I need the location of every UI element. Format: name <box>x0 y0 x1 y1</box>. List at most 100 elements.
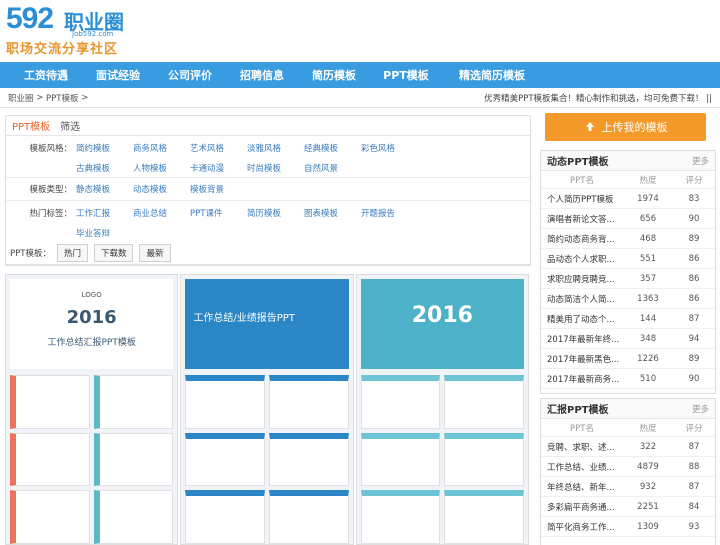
row-name[interactable]: 年终总结、新年... <box>541 481 623 493</box>
sort-latest-button[interactable]: 最新 <box>139 243 171 262</box>
row-score: 83 <box>688 193 700 204</box>
style-option[interactable]: 简约模板 <box>76 142 133 154</box>
row-name[interactable]: 多彩扁平商务通... <box>541 501 623 513</box>
row-name[interactable]: 2017年最新年终... <box>541 333 623 345</box>
row-name[interactable]: 2017年最新黑色... <box>541 353 623 365</box>
tag-option[interactable]: PPT课件 <box>190 207 247 219</box>
site-logo[interactable]: 592 职业圈 Job592.com 职场交流分享社区 <box>6 2 146 58</box>
nav-item-ppt-templates[interactable]: PPT模板 <box>370 67 442 83</box>
upload-template-button[interactable]: 上传我的模板 <box>545 113 706 141</box>
style-option[interactable]: 人物模板 <box>133 162 190 174</box>
tag-option[interactable]: 工作汇报 <box>76 207 133 219</box>
tag-option[interactable]: 简历模板 <box>247 207 304 219</box>
more-link[interactable]: 更多 <box>692 155 709 167</box>
main-nav: 工资待遇 面试经验 公司评价 招聘信息 简历模板 PPT模板 精选简历模板 <box>0 62 720 88</box>
row-hot: 348 <box>639 333 657 344</box>
row-score: 87 <box>688 481 700 492</box>
table-row[interactable]: 2017年最新商务... 510 90 <box>541 369 715 389</box>
table-row[interactable]: 精美用了动态个... 144 87 <box>541 309 715 329</box>
row-name[interactable]: 竞聘、求职、述... <box>541 441 623 453</box>
nav-item-company-review[interactable]: 公司评价 <box>154 67 226 83</box>
sort-hot-button[interactable]: 热门 <box>56 243 88 262</box>
table-row[interactable]: 动态简洁个人简... 1363 86 <box>541 289 715 309</box>
row-score: 94 <box>688 333 700 344</box>
breadcrumb-page[interactable]: PPT模板 <box>46 92 78 104</box>
row-name[interactable]: 简约动态商务背... <box>541 233 623 245</box>
row-name[interactable]: 演唱者新论文答... <box>541 213 623 225</box>
style-option[interactable]: 古典模板 <box>76 162 133 174</box>
template-card[interactable]: 工作总结/业绩报告PPT <box>180 274 354 545</box>
breadcrumb-sep: > <box>81 92 89 103</box>
tag-option[interactable]: 图表模板 <box>304 207 361 219</box>
row-score: 86 <box>688 273 700 284</box>
style-filter-row: 模板风格： 简约模板 商务风格 艺术风格 淡雅风格 经典模板 彩色风格 古典模板… <box>6 142 530 182</box>
logo-number: 592 <box>6 2 54 35</box>
nav-item-interview[interactable]: 面试经验 <box>82 67 154 83</box>
row-score: 88 <box>688 461 700 472</box>
row-hot: 468 <box>639 233 657 244</box>
table-row[interactable]: 求职应聘竞聘竞... 357 86 <box>541 269 715 289</box>
row-name[interactable]: 简平化商务工作... <box>541 521 623 533</box>
row-name[interactable]: 工作总结、业绩... <box>541 461 623 473</box>
row-name[interactable]: 精美用了动态个... <box>541 313 623 325</box>
row-name[interactable]: 求职应聘竞聘竞... <box>541 273 623 285</box>
col-score: 评分 <box>685 423 703 434</box>
nav-item-jobs[interactable]: 招聘信息 <box>226 67 298 83</box>
logo-url: Job592.com <box>72 30 114 38</box>
table-row[interactable]: 个人简历PPT模板 1974 83 <box>541 189 715 209</box>
template-cover: LOGO 2016 工作总结汇报PPT模板 <box>10 279 174 369</box>
table-row[interactable]: 年终总结、新年... 932 87 <box>541 477 715 497</box>
tag-option[interactable]: 商业总结 <box>133 207 190 219</box>
table-row[interactable]: 简平化商务工作... 1309 93 <box>541 517 715 537</box>
style-option[interactable]: 淡雅风格 <box>247 142 304 154</box>
row-hot: 357 <box>639 273 657 284</box>
table-row[interactable]: 演唱者新论文答... 656 90 <box>541 209 715 229</box>
row-score: 90 <box>688 213 700 224</box>
row-hot: 1363 <box>637 293 659 304</box>
row-name[interactable]: 2017年最新商务... <box>541 373 623 385</box>
table-row[interactable]: 2017年最新黑色... 1226 89 <box>541 349 715 369</box>
row-hot: 1226 <box>637 353 659 364</box>
panel-title: 汇报PPT模板 <box>547 405 609 416</box>
table-row[interactable]: 竞聘、求职、述... 322 87 <box>541 437 715 457</box>
panel-header: 动态PPT模板 更多 <box>541 151 715 171</box>
style-option[interactable]: 经典模板 <box>304 142 361 154</box>
dynamic-ppt-panel: 动态PPT模板 更多 PPT名 热度 评分 个人简历PPT模板 1974 83 演唱… <box>540 150 716 394</box>
nav-item-featured-resumes[interactable]: 精选简历模板 <box>442 67 542 83</box>
breadcrumb-home[interactable]: 职业圈 <box>8 92 34 104</box>
nav-item-resume-templates[interactable]: 简历模板 <box>298 67 370 83</box>
row-name[interactable]: 品动态个人求职... <box>541 253 623 265</box>
table-row[interactable]: 多彩扁平商务通... 2251 84 <box>541 497 715 517</box>
table-row[interactable]: 工作总结、业绩... 4879 88 <box>541 457 715 477</box>
template-card[interactable]: 2016 <box>355 274 529 545</box>
cover-logo-text: LOGO <box>81 291 102 299</box>
style-option[interactable]: 时尚模板 <box>247 162 304 174</box>
style-option[interactable]: 彩色风格 <box>361 142 418 154</box>
upload-label: 上传我的模板 <box>601 121 668 134</box>
row-score: 89 <box>688 353 700 364</box>
table-row[interactable]: 品动态个人求职... 551 86 <box>541 249 715 269</box>
tag-option[interactable]: 毕业答辩 <box>76 227 133 239</box>
row-score: 93 <box>688 521 700 532</box>
row-hot: 932 <box>639 481 657 492</box>
style-option[interactable]: 艺术风格 <box>190 142 247 154</box>
tag-option[interactable]: 开题报告 <box>361 207 418 219</box>
style-option[interactable]: 卡通动漫 <box>190 162 247 174</box>
table-row[interactable]: 简约动态商务背... 468 89 <box>541 229 715 249</box>
filter-subtitle: 筛选 <box>60 122 81 133</box>
sort-downloads-button[interactable]: 下载数 <box>93 243 134 262</box>
nav-item-salary[interactable]: 工资待遇 <box>10 67 82 83</box>
filter-header: PPT模板 筛选 <box>6 116 530 136</box>
row-name[interactable]: 动态简洁个人简... <box>541 293 623 305</box>
template-card[interactable]: LOGO 2016 工作总结汇报PPT模板 <box>5 274 179 545</box>
row-hot: 656 <box>639 213 657 224</box>
type-option[interactable]: 模板背景 <box>190 183 247 195</box>
style-option[interactable]: 商务风格 <box>133 142 190 154</box>
type-option[interactable]: 动态模板 <box>133 183 190 195</box>
row-hot: 144 <box>639 313 657 324</box>
style-option[interactable]: 自然风景 <box>304 162 361 174</box>
more-link[interactable]: 更多 <box>692 403 709 415</box>
table-row[interactable]: 2017年最新年终... 348 94 <box>541 329 715 349</box>
row-name[interactable]: 个人简历PPT模板 <box>541 193 623 205</box>
type-option[interactable]: 静态模板 <box>76 183 133 195</box>
